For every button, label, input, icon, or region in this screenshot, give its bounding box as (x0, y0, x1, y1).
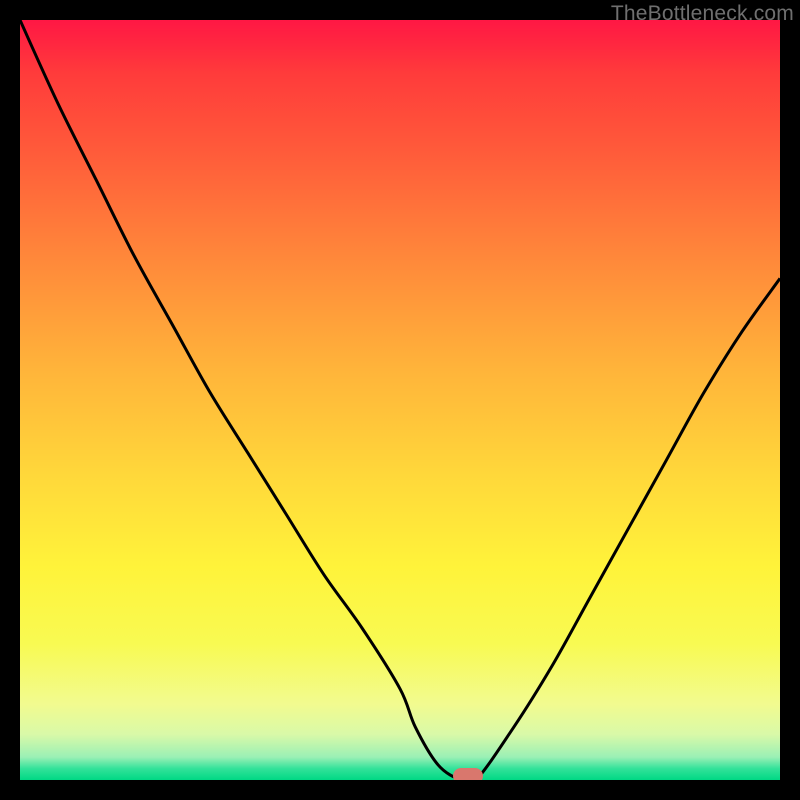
curve-path (20, 20, 780, 780)
chart-area (20, 20, 780, 780)
bottleneck-curve (20, 20, 780, 780)
outer-frame: TheBottleneck.com (0, 0, 800, 800)
optimal-point-marker (453, 768, 483, 780)
